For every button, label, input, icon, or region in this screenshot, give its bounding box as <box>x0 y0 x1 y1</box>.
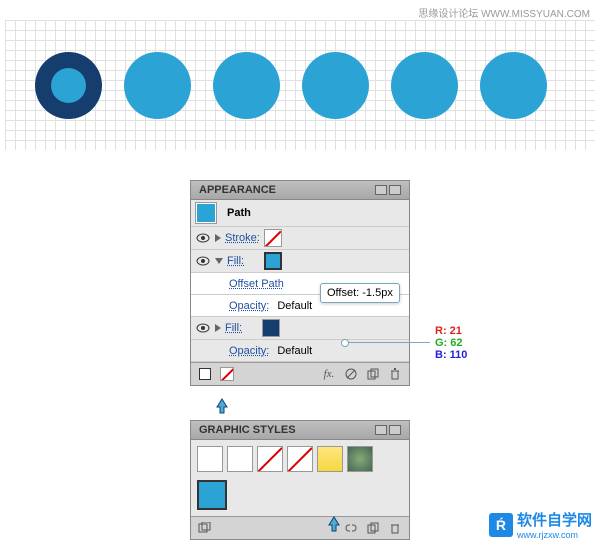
panel-header[interactable]: GRAPHIC STYLES <box>191 421 409 440</box>
fill-row-2[interactable]: Fill: <box>191 317 409 340</box>
style-swatch[interactable] <box>287 446 313 472</box>
appearance-body: Path Stroke: Fill: Offset Path Opacity: … <box>191 200 409 362</box>
duplicate-icon[interactable] <box>365 367 381 381</box>
style-swatch-selected[interactable] <box>197 480 227 510</box>
opacity-label[interactable]: Opacity: <box>229 345 269 357</box>
new-style-icon[interactable] <box>365 521 381 535</box>
circle-shape[interactable] <box>302 52 369 119</box>
arrow-indicator-icon <box>213 397 231 415</box>
eye-icon[interactable] <box>195 254 211 268</box>
fill-swatch-light-blue[interactable] <box>264 252 282 270</box>
r-label: R: <box>435 325 447 337</box>
offset-tooltip: Offset: -1.5px <box>320 283 400 303</box>
stroke-label[interactable]: Stroke: <box>225 232 260 244</box>
eye-icon[interactable] <box>195 231 211 245</box>
style-swatch[interactable] <box>227 446 253 472</box>
canvas-area <box>5 20 595 150</box>
b-value: 110 <box>450 349 468 361</box>
opacity-label[interactable]: Opacity: <box>229 300 269 312</box>
watermark-top: 思缘设计论坛 WWW.MISSYUAN.COM <box>418 5 590 20</box>
panel-footer: fx. <box>191 362 409 385</box>
watermark-text: 软件自学网 <box>517 509 592 530</box>
panel-title: GRAPHIC STYLES <box>199 424 296 436</box>
style-swatch-texture[interactable] <box>347 446 373 472</box>
panel-flyout-icon[interactable] <box>375 185 401 195</box>
b-label: B: <box>435 349 447 361</box>
eye-icon[interactable] <box>195 321 211 335</box>
disclosure-triangle-icon[interactable] <box>215 258 223 264</box>
circle-ring-shape[interactable] <box>35 52 102 119</box>
path-label: Path <box>227 207 251 219</box>
panel-title: APPEARANCE <box>199 184 276 196</box>
fill-row[interactable]: Fill: <box>191 250 409 273</box>
stroke-row[interactable]: Stroke: <box>191 227 409 250</box>
g-label: G: <box>435 337 447 349</box>
circle-shape[interactable] <box>480 52 547 119</box>
opacity-value: Default <box>277 345 312 357</box>
watermark-url: www.rjzxw.com <box>517 530 592 540</box>
no-stroke-swatch[interactable] <box>264 229 282 247</box>
clear-appearance-icon[interactable] <box>343 367 359 381</box>
opacity-value: Default <box>277 300 312 312</box>
panel-flyout-icon[interactable] <box>375 425 401 435</box>
circle-shape[interactable] <box>391 52 458 119</box>
rgb-readout: R: 21 G: 62 B: 110 <box>435 325 467 361</box>
r-value: 21 <box>450 325 462 337</box>
trash-icon[interactable] <box>387 367 403 381</box>
fill-label[interactable]: Fill: <box>225 322 242 334</box>
disclosure-triangle-icon[interactable] <box>215 324 221 332</box>
opacity-row-2[interactable]: Opacity: Default <box>191 340 409 362</box>
no-fill-icon[interactable] <box>197 367 213 381</box>
fill-swatch-dark-blue[interactable] <box>262 319 280 337</box>
graphic-styles-panel: GRAPHIC STYLES <box>190 420 410 540</box>
trash-icon[interactable] <box>387 521 403 535</box>
panel-footer <box>191 516 409 539</box>
circle-shape[interactable] <box>213 52 280 119</box>
library-menu-icon[interactable] <box>197 521 213 535</box>
disclosure-triangle-icon[interactable] <box>215 234 221 242</box>
panel-header[interactable]: APPEARANCE <box>191 181 409 200</box>
callout-line <box>345 342 430 343</box>
fill-label[interactable]: Fill: <box>227 255 244 267</box>
arrow-indicator-icon <box>325 515 343 533</box>
style-swatch-gold[interactable] <box>317 446 343 472</box>
path-row[interactable]: Path <box>191 200 409 227</box>
new-art-icon[interactable] <box>219 367 235 381</box>
style-swatch[interactable] <box>197 446 223 472</box>
watermark-bottom: Ŕ 软件自学网 www.rjzxw.com <box>489 509 592 540</box>
path-thumbnail <box>195 202 217 224</box>
circle-shape[interactable] <box>124 52 191 119</box>
styles-body <box>191 440 409 516</box>
offset-path-label[interactable]: Offset Path <box>229 278 284 290</box>
break-link-icon[interactable] <box>343 521 359 535</box>
fx-icon[interactable]: fx. <box>321 367 337 381</box>
style-swatch[interactable] <box>257 446 283 472</box>
logo-icon: Ŕ <box>489 513 513 537</box>
g-value: 62 <box>450 337 462 349</box>
